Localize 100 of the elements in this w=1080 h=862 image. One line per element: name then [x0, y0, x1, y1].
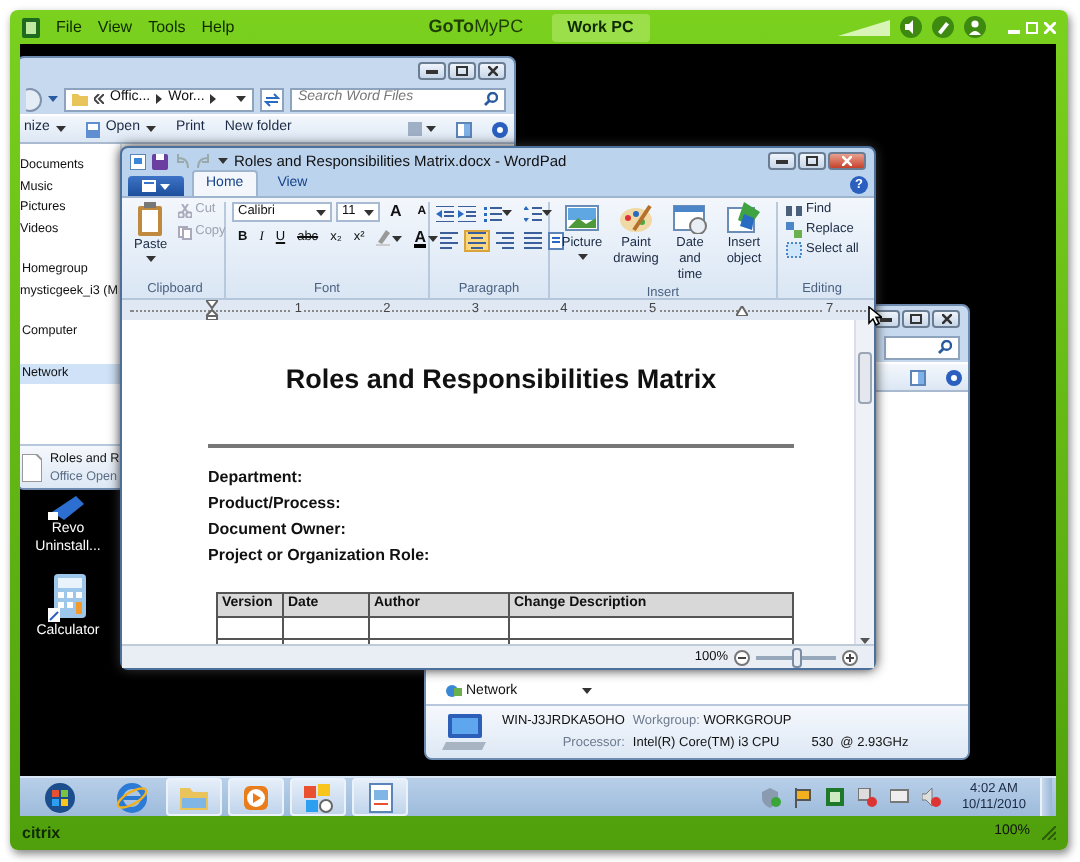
object-icon: [726, 202, 762, 234]
caret-icon: [55, 126, 66, 132]
app-tray-icon[interactable]: [825, 787, 846, 807]
binoculars-icon: [786, 202, 802, 218]
scrollbar-thumb[interactable]: [858, 352, 872, 404]
volume-muted-icon[interactable]: [921, 787, 942, 807]
help-icon[interactable]: [492, 121, 508, 137]
calculator-icon[interactable]: [48, 574, 88, 622]
align-center-icon: [468, 232, 486, 250]
brand-logo: citrix: [22, 821, 61, 845]
caret-icon: [218, 158, 228, 164]
align-left-button[interactable]: [436, 230, 462, 252]
help-icon[interactable]: [946, 369, 962, 385]
file-icon: [22, 453, 42, 481]
align-center-button[interactable]: [464, 230, 490, 252]
uninstaller-icon[interactable]: [48, 492, 88, 520]
minimize-button[interactable]: [768, 152, 796, 170]
caret-icon: [502, 210, 512, 216]
align-justify-icon: [524, 232, 542, 250]
caret-icon: [392, 235, 403, 241]
align-right-icon: [496, 232, 514, 250]
maximize-icon: [910, 314, 922, 324]
zoom-in-icon[interactable]: [842, 649, 858, 665]
taskbar-button[interactable]: [290, 778, 346, 816]
close-button[interactable]: [478, 62, 506, 80]
menu-icon: [142, 180, 156, 192]
indent-marker-icon[interactable]: [735, 305, 748, 315]
colorful-app-icon: [302, 781, 334, 813]
signal-bars-drawing: [838, 19, 890, 35]
save-icon[interactable]: [152, 153, 168, 169]
caret-icon: [364, 209, 374, 215]
field-label: Product/Process:: [208, 492, 343, 517]
minimize-icon: [880, 317, 892, 321]
session-tab[interactable]: Work PC: [551, 13, 650, 41]
search-field[interactable]: [884, 335, 960, 359]
zoom-slider[interactable]: [791, 647, 801, 667]
menu-item[interactable]: Tools: [148, 15, 186, 39]
wordpad-icon: [364, 781, 396, 813]
minimize-icon: [776, 159, 788, 163]
font-color-button[interactable]: A: [408, 228, 445, 248]
indent-marker-icon[interactable]: [206, 300, 218, 320]
taskbar-button[interactable]: [352, 778, 408, 816]
app-logo-icon[interactable]: [22, 17, 40, 37]
caret-icon: [145, 126, 156, 132]
menu-item[interactable]: File: [56, 15, 82, 39]
maximize-button[interactable]: [798, 152, 826, 170]
view-options-icon[interactable]: [408, 122, 436, 136]
select-all-icon: [786, 242, 802, 258]
refresh-icon[interactable]: [260, 87, 284, 111]
close-icon: [941, 314, 951, 324]
monitor-icon[interactable]: [889, 787, 910, 807]
list-icon: [484, 205, 502, 221]
person-icon[interactable]: [964, 16, 986, 38]
paragraph-settings-icon[interactable]: [548, 232, 564, 250]
chevron-icon: [210, 94, 217, 104]
maximize-button[interactable]: [902, 310, 930, 328]
field-label: Department:: [208, 466, 305, 491]
maximize-icon: [456, 66, 468, 76]
close-icon: [842, 156, 852, 166]
network-error-icon[interactable]: [857, 787, 878, 807]
line-spacing-icon: [524, 205, 542, 221]
resize-grip-icon[interactable]: [1042, 826, 1056, 840]
close-button[interactable]: [932, 310, 960, 328]
grow-font-button[interactable]: A: [384, 202, 408, 222]
decrease-indent-icon[interactable]: [436, 205, 454, 221]
speaker-icon[interactable]: [900, 16, 922, 38]
highlighter-icon: [376, 230, 391, 246]
increase-indent-icon[interactable]: [458, 205, 476, 221]
picture-icon: [564, 202, 600, 234]
flag-icon[interactable]: [793, 787, 814, 807]
close-button[interactable]: [828, 152, 866, 170]
minimize-button[interactable]: [418, 62, 446, 80]
brand-logo: GoToMyPC: [428, 13, 524, 40]
preview-pane-icon[interactable]: [456, 121, 472, 137]
taskbar-button[interactable]: [228, 778, 284, 816]
maximize-button[interactable]: [448, 62, 476, 80]
cursor-icon: [868, 306, 882, 326]
menu-item[interactable]: View: [97, 15, 133, 39]
list-button[interactable]: [480, 202, 516, 224]
browser-icon: [116, 781, 148, 813]
caret-icon: [160, 183, 170, 189]
media-player-icon: [240, 781, 272, 813]
caret-icon: [145, 256, 156, 262]
align-right-button[interactable]: [492, 230, 518, 252]
replace-icon: [786, 222, 802, 238]
minimize-icon: [426, 69, 438, 73]
field-label: Project or Organization Role:: [208, 544, 432, 569]
search-icon: [938, 340, 952, 354]
zoom-out-icon[interactable]: [734, 649, 750, 665]
back-arrow-icon[interactable]: [26, 87, 42, 111]
computer-icon: [442, 714, 486, 750]
preview-pane-icon[interactable]: [910, 369, 926, 385]
align-justify-button[interactable]: [520, 230, 546, 252]
caret-icon: [316, 209, 326, 215]
line-spacing-button[interactable]: [520, 202, 556, 224]
menu-item[interactable]: Help: [201, 15, 235, 39]
pen-icon[interactable]: [932, 16, 954, 38]
palette-icon: [618, 202, 654, 234]
overflow-chevron-icon: [94, 94, 104, 104]
application-menu-button[interactable]: [128, 176, 184, 196]
